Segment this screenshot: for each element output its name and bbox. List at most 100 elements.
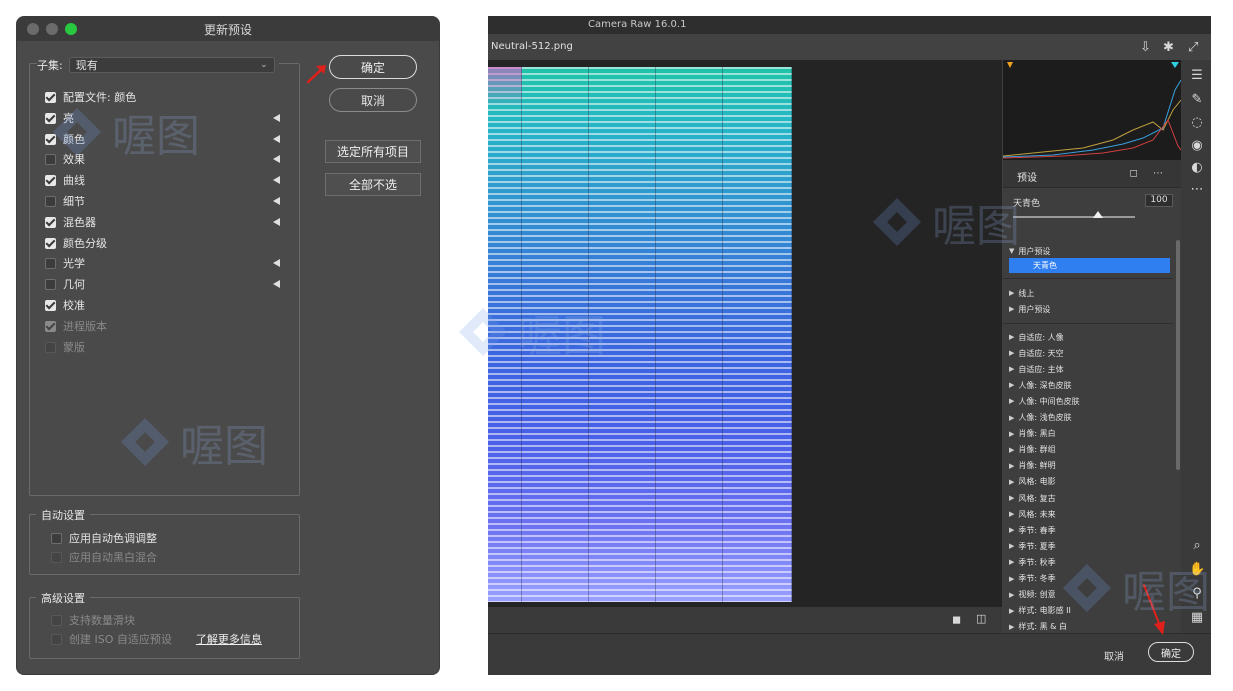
preset-item[interactable]: ▶ 风格: 电影 xyxy=(1009,475,1056,489)
subset-value: 现有 xyxy=(75,59,98,72)
auto-tone-option[interactable]: 应用自动色调调整 xyxy=(51,530,157,546)
preset-item[interactable]: ▶ 风格: 未来 xyxy=(1009,507,1056,521)
option-row[interactable]: 颜色分级 xyxy=(45,235,107,251)
watermark: 喔图 xyxy=(458,300,606,364)
cancel-button[interactable]: 取消 xyxy=(329,88,417,112)
preset-item[interactable]: ▶ 风格: 复古 xyxy=(1009,491,1056,505)
option-row[interactable]: 光学 xyxy=(45,255,85,271)
selected-preset[interactable]: 天青色 xyxy=(1009,258,1170,273)
zoom-icon[interactable]: ⌕ xyxy=(1189,538,1205,553)
checkbox[interactable] xyxy=(51,532,62,544)
masking-icon[interactable]: ◌ xyxy=(1189,115,1205,130)
more-tools-icon[interactable]: ⋯ xyxy=(1189,182,1205,197)
auto-settings-legend: 自动设置 xyxy=(36,507,90,523)
expand-left-icon[interactable] xyxy=(273,218,280,226)
preset-item[interactable]: ▶ 肖像: 群组 xyxy=(1009,443,1056,457)
option-row[interactable]: 细节 xyxy=(45,193,85,209)
option-row[interactable]: 混色器 xyxy=(45,214,96,230)
preset-item[interactable]: ▶ 季节: 夏季 xyxy=(1009,539,1056,553)
edit-sliders-icon[interactable]: ☰ xyxy=(1189,68,1205,83)
red-eye-icon[interactable]: ◉ xyxy=(1189,138,1205,153)
expand-left-icon[interactable] xyxy=(273,259,280,267)
preset-item[interactable]: ▶ 肖像: 鲜明 xyxy=(1009,459,1056,473)
preset-item[interactable]: ▶ 样式: 黑 & 白 xyxy=(1009,620,1067,633)
preset-item[interactable]: ▶ 肖像: 黑白 xyxy=(1009,427,1056,441)
preset-item[interactable]: ▶ 季节: 春季 xyxy=(1009,523,1056,537)
subset-select[interactable]: 现有 ⌄ xyxy=(68,57,275,73)
option-row[interactable]: 几何 xyxy=(45,276,85,292)
amount-slider-thumb[interactable] xyxy=(1093,211,1103,218)
preset-item[interactable]: ▶ 人像: 浅色皮肤 xyxy=(1009,411,1072,425)
expand-left-icon[interactable] xyxy=(273,280,280,288)
checkbox[interactable] xyxy=(45,195,56,207)
checkbox[interactable] xyxy=(45,91,56,103)
preset-label: 自适应: 主体 xyxy=(1018,364,1064,374)
preset-item[interactable]: ▶ 人像: 深色皮肤 xyxy=(1009,378,1072,392)
option-label: 应用自动色调调整 xyxy=(69,532,157,545)
preset-item[interactable]: ▶ 样式: 电影感 II xyxy=(1009,604,1071,618)
subset-row: 子集: 现有 ⌄ xyxy=(37,56,279,74)
caret-right-icon: ▶ xyxy=(1009,289,1015,297)
view-mode-icon[interactable]: ◼ xyxy=(952,613,961,626)
option-label: 混色器 xyxy=(63,216,96,229)
preset-item[interactable]: ▶ 自适应: 天空 xyxy=(1009,346,1064,360)
option-row[interactable]: 校准 xyxy=(45,297,85,313)
ok-button[interactable]: 确定 xyxy=(329,55,417,79)
tools-sidebar: ☰ ✎ ◌ ◉ ◐ ⋯ ⌕ ✋ ⚲ ▦ xyxy=(1181,60,1211,633)
expand-left-icon[interactable] xyxy=(273,114,280,122)
preset-label: 肖像: 群组 xyxy=(1018,445,1056,455)
caret-right-icon: ▶ xyxy=(1009,590,1015,599)
checkbox[interactable] xyxy=(45,216,56,228)
preset-group[interactable]: ▶ 用户预设 xyxy=(1009,302,1050,316)
preset-label: 自适应: 人像 xyxy=(1018,332,1064,342)
expand-left-icon[interactable] xyxy=(273,176,280,184)
select-none-button[interactable]: 全部不选 xyxy=(325,173,421,196)
select-all-button[interactable]: 选定所有项目 xyxy=(325,140,421,163)
before-after-icon[interactable]: ◫ xyxy=(976,612,986,625)
checkbox[interactable] xyxy=(45,133,56,145)
caret-right-icon: ▶ xyxy=(1009,365,1015,374)
presets-icon[interactable]: ◐ xyxy=(1189,160,1205,175)
expand-left-icon[interactable] xyxy=(273,197,280,205)
checkbox[interactable] xyxy=(45,174,56,186)
cr-cancel-button[interactable]: 取消 xyxy=(1104,648,1124,663)
panel-scrollbar[interactable] xyxy=(1176,240,1180,470)
caret-right-icon: ▶ xyxy=(1009,542,1015,551)
presets-panel-header: 预设 ◻ ⋯ xyxy=(1003,160,1181,188)
caret-right-icon: ▶ xyxy=(1009,477,1015,486)
checkbox[interactable] xyxy=(45,153,56,165)
option-row[interactable]: 曲线 xyxy=(45,172,85,188)
checkbox[interactable] xyxy=(45,257,56,269)
checkbox[interactable] xyxy=(45,299,56,311)
preset-item[interactable]: ▶ 自适应: 主体 xyxy=(1009,362,1064,376)
watermark: 喔图 xyxy=(52,100,200,164)
cr-ok-button[interactable]: 确定 xyxy=(1148,642,1194,662)
amount-value[interactable]: 100 xyxy=(1145,194,1173,207)
gear-icon[interactable]: ✱ xyxy=(1163,40,1174,55)
group-label: 线上 xyxy=(1018,288,1035,298)
preset-label: 人像: 中间色皮肤 xyxy=(1018,396,1080,406)
preset-item[interactable]: ▶ 季节: 冬季 xyxy=(1009,572,1056,586)
save-icon[interactable]: ⇩ xyxy=(1140,40,1151,55)
checkbox[interactable] xyxy=(45,278,56,290)
checkbox[interactable] xyxy=(45,112,56,124)
checkbox[interactable] xyxy=(45,237,56,249)
caret-right-icon: ▶ xyxy=(1009,510,1015,519)
preset-label: 肖像: 黑白 xyxy=(1018,429,1056,439)
expand-left-icon[interactable] xyxy=(273,155,280,163)
file-bar: Neutral-512.png ⇩ ✱ ⤢ xyxy=(488,34,1211,60)
fullscreen-icon[interactable]: ⤢ xyxy=(1188,40,1198,55)
preset-item[interactable]: ▶ 人像: 中间色皮肤 xyxy=(1009,394,1080,408)
preset-label: 季节: 秋季 xyxy=(1018,557,1056,567)
preset-item[interactable]: ▶ 季节: 秋季 xyxy=(1009,555,1056,569)
preset-item[interactable]: ▶ 自适应: 人像 xyxy=(1009,330,1064,344)
panel-more-icon[interactable]: ◻ ⋯ xyxy=(1130,168,1169,179)
option-label: 创建 ISO 自适应预设 xyxy=(69,633,172,646)
learn-more-link[interactable]: 了解更多信息 xyxy=(196,631,262,647)
healing-brush-icon[interactable]: ✎ xyxy=(1189,92,1205,107)
amount-slider-track[interactable] xyxy=(1013,216,1135,218)
expand-left-icon[interactable] xyxy=(273,135,280,143)
camera-raw-title: Camera Raw 16.0.1 xyxy=(588,19,687,30)
preset-group[interactable]: ▶ 线上 xyxy=(1009,286,1034,300)
preset-item[interactable]: ▶ 视频: 创意 xyxy=(1009,588,1056,602)
